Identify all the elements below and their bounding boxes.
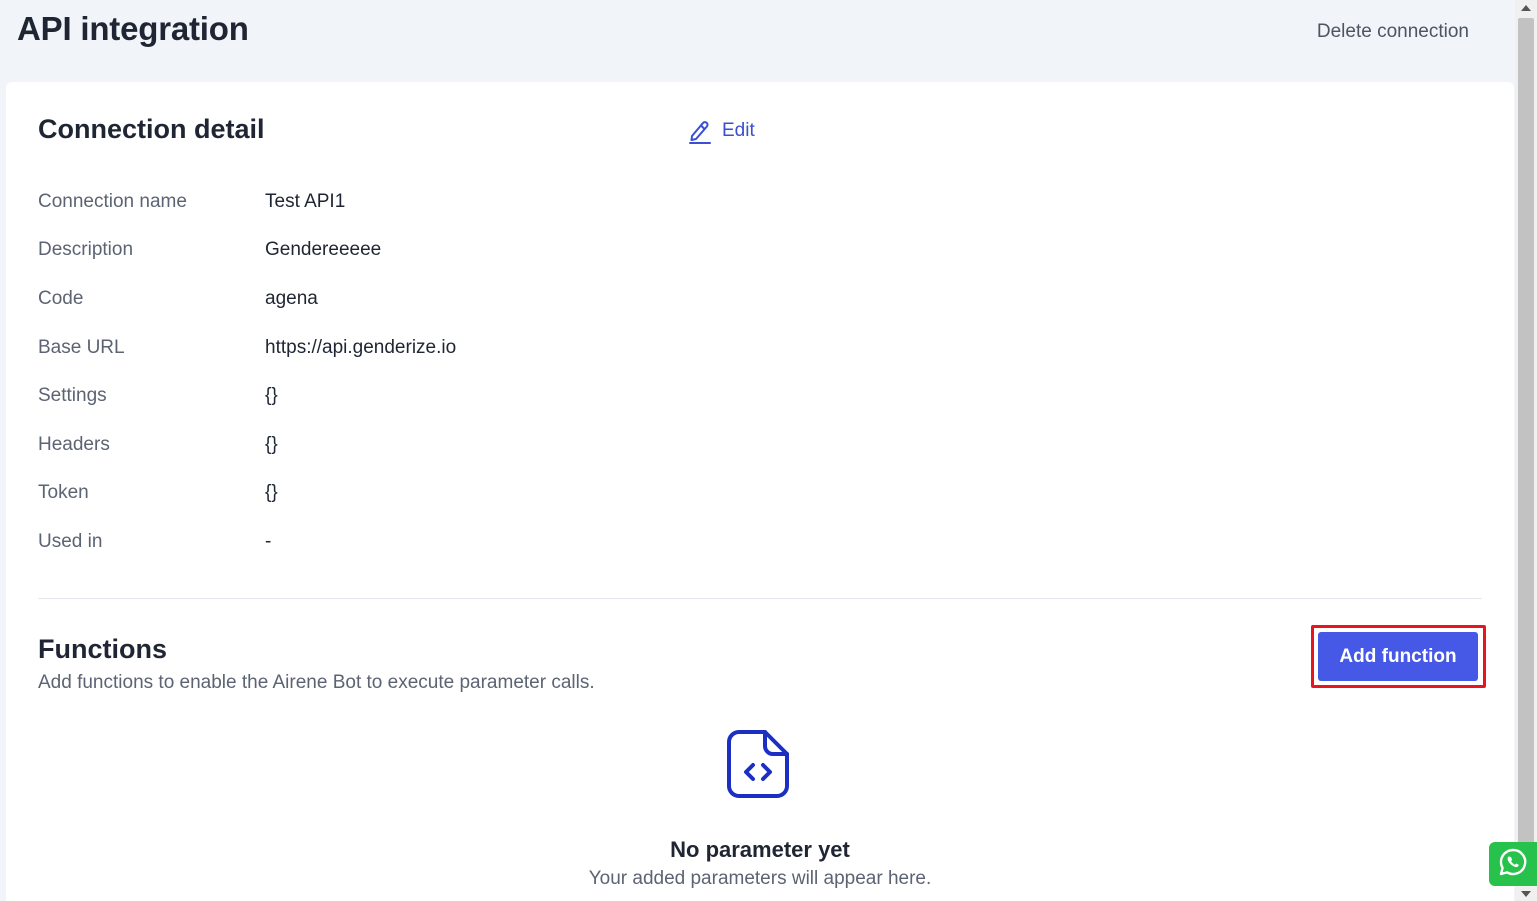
detail-label: Used in (38, 531, 103, 552)
detail-label: Headers (38, 434, 110, 455)
detail-row-code: Code agena (38, 285, 318, 313)
detail-label: Token (38, 482, 89, 503)
detail-row-settings: Settings {} (38, 382, 278, 410)
detail-row-headers: Headers {} (38, 431, 278, 459)
detail-label: Code (38, 288, 84, 309)
detail-value: Gendereeeee (265, 239, 382, 260)
scroll-down-icon[interactable] (1521, 891, 1531, 897)
section-divider (38, 598, 1482, 599)
functions-title: Functions (38, 634, 167, 664)
detail-value: - (265, 531, 272, 552)
edit-label: Edit (722, 120, 755, 141)
detail-label: Connection name (38, 191, 187, 212)
detail-label: Settings (38, 385, 107, 406)
detail-label: Description (38, 239, 134, 260)
detail-value: agena (265, 288, 318, 309)
page-title: API integration (17, 10, 249, 47)
detail-row-token: Token {} (38, 479, 278, 507)
code-file-icon (725, 728, 791, 805)
detail-value: {} (265, 385, 278, 406)
edit-button[interactable]: Edit (688, 118, 755, 144)
connection-card: Connection detail Edit Connection name T… (6, 82, 1514, 901)
detail-label: Base URL (38, 337, 125, 358)
detail-value: Test API1 (265, 191, 346, 212)
detail-value: {} (265, 482, 278, 503)
whatsapp-icon (1498, 847, 1528, 882)
connection-detail-title: Connection detail (38, 114, 265, 144)
page: API integration Delete connection Connec… (0, 0, 1537, 901)
functions-subtitle: Add functions to enable the Airene Bot t… (38, 672, 595, 693)
scroll-up-icon[interactable] (1521, 5, 1531, 11)
whatsapp-chat-button[interactable] (1489, 842, 1537, 886)
detail-row-base-url: Base URL https://api.genderize.io (38, 334, 456, 362)
detail-row-connection-name: Connection name Test API1 (38, 188, 345, 216)
empty-state-subtitle: Your added parameters will appear here. (588, 868, 932, 889)
scroll-thumb[interactable] (1518, 18, 1534, 886)
detail-value: https://api.genderize.io (265, 337, 457, 358)
page-header: API integration Delete connection (0, 0, 1515, 80)
delete-connection-button[interactable]: Delete connection (1317, 21, 1469, 43)
vertical-scrollbar[interactable] (1515, 0, 1537, 901)
empty-state-title: No parameter yet (670, 837, 850, 862)
detail-row-used-in: Used in - (38, 528, 271, 556)
detail-row-description: Description Gendereeeee (38, 236, 381, 264)
detail-value: {} (265, 434, 278, 455)
add-function-button[interactable]: Add function (1318, 632, 1478, 681)
pencil-icon (688, 118, 712, 144)
